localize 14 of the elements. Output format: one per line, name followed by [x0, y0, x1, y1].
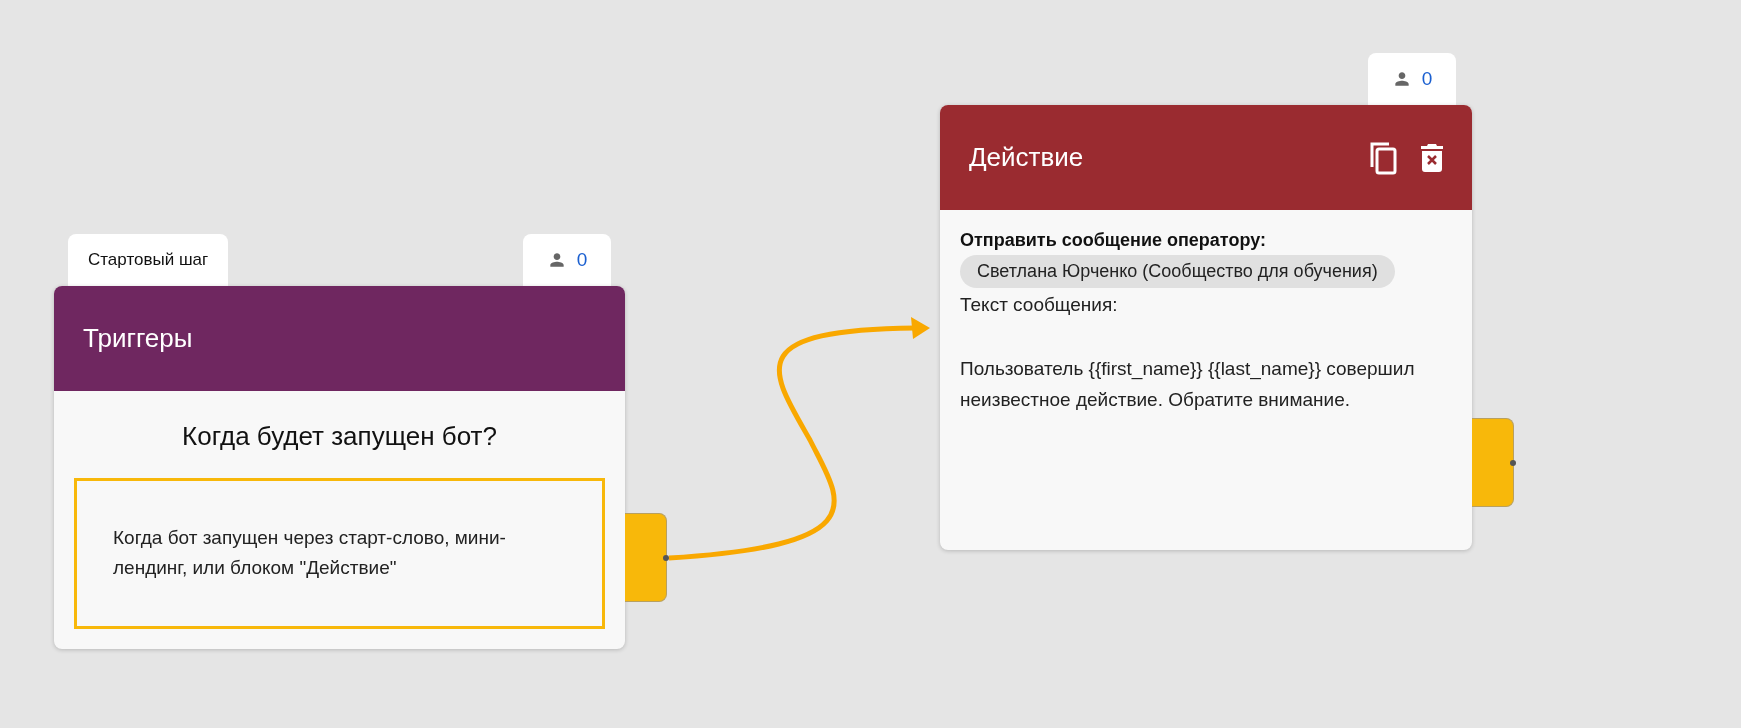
card-title: Триггеры: [83, 323, 194, 354]
message-text: Пользователь {{first_name}} {{last_name}} совершил неизвестное действие. Обратите внимание.: [960, 357, 1416, 412]
action-label: Отправить сообщение оператору:: [960, 230, 1267, 251]
node-card[interactable]: Действие Отправить сообщение оператору: Светлана Юрченко (Сообщество для обучения) Текст сообщения: Пользователь {{first_name}} {{last_name}} совершил неизвестное действие. Обратите внимание.: [940, 105, 1472, 550]
message-label: Текст сообщения:: [960, 293, 1119, 317]
counter-value: 0: [1421, 68, 1433, 90]
question-text: Когда будет запущен бот?: [181, 421, 498, 452]
delete-icon[interactable]: [1421, 143, 1443, 172]
copy-icon[interactable]: [1369, 140, 1397, 175]
recipient-chip: Светлана Юрченко (Сообщество для обучения): [960, 255, 1395, 288]
trigger-item[interactable]: Когда бот запущен через старт-слово, мини-лендинг, или блоком "Действие": [74, 478, 605, 629]
card-title: Действие: [969, 142, 1085, 173]
counter-value: 0: [576, 249, 588, 271]
node-card[interactable]: Триггеры Когда будет запущен бот? Когда бот запущен через старт-слово, мини-лендинг, или блоком "Действие": [54, 286, 625, 649]
